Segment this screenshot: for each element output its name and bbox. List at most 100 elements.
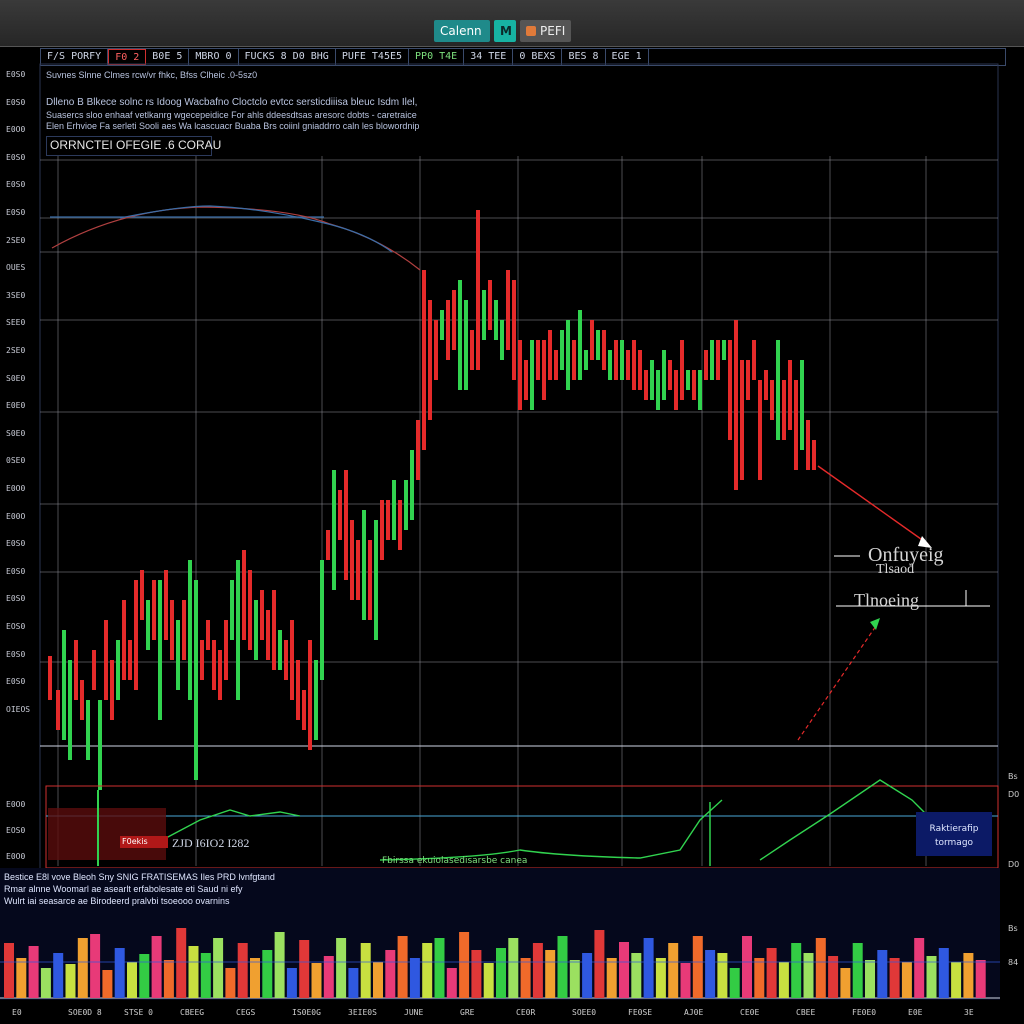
candlestick [668,360,672,390]
candlestick [548,330,552,380]
volume-bar [668,943,679,998]
annotation-label-2: Tlsaod [876,562,915,577]
sub-axis-label-1: Bs [1008,772,1018,781]
candlestick [710,340,714,380]
candlestick [452,290,456,350]
candlestick [296,660,300,720]
candlestick [794,380,798,470]
candlestick [338,490,342,540]
candlestick [152,580,156,640]
volume-bar [815,938,826,998]
candlestick [308,640,312,750]
volume-bar [53,953,64,998]
candlestick [806,420,810,470]
volume-axis-label-1: Bs [1008,924,1018,933]
candlestick [476,210,480,370]
volume-bar [286,968,297,998]
candlestick [404,480,408,530]
candlestick [104,620,108,700]
volume-bar [742,936,752,998]
candlestick [272,590,276,670]
candlestick [572,340,576,380]
candlestick [632,340,636,390]
volume-bar [766,948,777,998]
candlestick [92,650,96,690]
indicator-tag[interactable]: F0ekis [120,836,168,848]
volume-bar [901,962,912,998]
volume-bar [569,960,580,998]
annotation-label-3: Tlnoeing [854,590,919,610]
indicator-heat-block [48,808,166,860]
candlestick [62,630,66,740]
volume-bar [557,936,568,998]
time-tick-label: CBEEG [180,1008,205,1017]
candlestick [170,600,174,660]
volume-bar [90,934,101,998]
candlestick [596,330,600,360]
indicator-label: ZJD I6IO2 I282 [172,836,250,850]
candlestick [482,290,486,340]
volume-bar [619,942,629,998]
time-tick-label: 3EIE0S [348,1008,377,1017]
candlestick [584,350,588,370]
candlestick [380,500,384,560]
candlestick [752,340,756,380]
time-tick-label: CE0E [740,1008,760,1017]
candlestick [266,610,270,660]
volume-line-1: Rmar alnne Woomarl ae asearlt erfabolesa… [4,884,243,894]
candlestick [194,580,198,780]
candlestick [332,470,336,590]
candlestick [236,560,240,700]
volume-bar [434,938,445,998]
badge-line-2: tormago [934,838,974,848]
volume-bar [545,950,556,998]
volume-bar [508,938,519,998]
volume-bar [520,958,531,998]
indicator-panel-badge[interactable]: Raktierafip tormago [916,812,992,856]
instrument-name: ORRNCTEI OFEGIE .6 CORAU [50,138,222,152]
candlestick [506,270,510,350]
candlestick [242,550,246,640]
candlestick [290,620,294,700]
candlestick [248,570,252,650]
candlestick [110,660,114,720]
candlestick [224,620,228,680]
volume-bar [951,962,962,998]
volume-bar [496,948,506,998]
candlestick [554,350,558,380]
volume-bar [151,936,162,998]
candlestick [740,360,744,480]
badge-line-1: Raktierafip [929,824,979,834]
candlestick [776,340,780,440]
candlestick [326,530,330,560]
candlestick [48,656,52,700]
candlestick [446,300,450,360]
volume-bar [274,932,285,998]
volume-bar [40,968,51,998]
volume-bar [373,962,383,998]
volume-line-2: Wulrt iai seasarce ae Birodeerd pralvbi … [4,896,230,906]
candlestick [578,310,582,380]
time-tick-label: CE0R [516,1008,536,1017]
volume-bar [840,968,851,998]
candlestick [320,560,324,680]
volume-bar [188,946,199,998]
candlestick [734,320,738,490]
time-tick-label: SOEE0 [572,1008,597,1017]
candlestick [650,360,654,400]
volume-bar [250,958,260,998]
candlestick [518,340,522,410]
info-line-3: Elen Erhvioe Fa serleti Sooli aes Wa lca… [46,121,420,131]
arrow-head-up [870,618,880,630]
volume-bar [176,928,187,998]
candlestick [116,640,120,700]
candlestick [812,440,816,470]
candlestick [470,330,474,370]
candlestick [608,350,612,380]
candlestick [698,370,702,410]
candlestick [440,310,444,340]
volume-bar [336,938,347,998]
candlestick [68,660,72,760]
candlestick [98,700,102,790]
candlestick [590,320,594,360]
